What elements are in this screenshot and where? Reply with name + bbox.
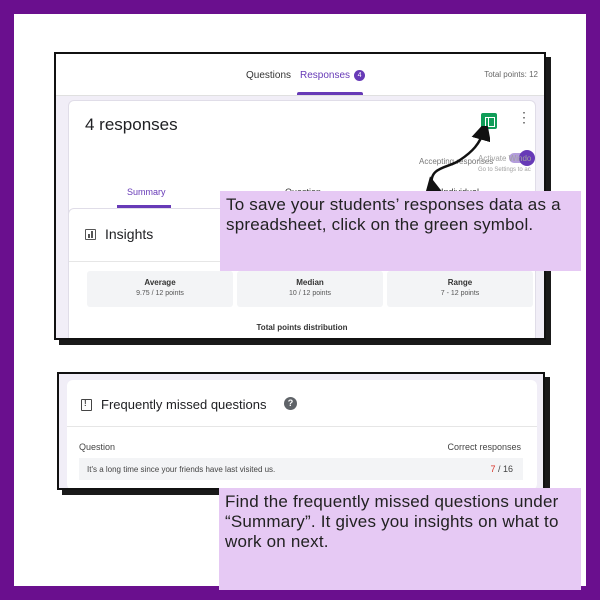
table-row[interactable]: It's a long time since your friends have… — [79, 458, 523, 480]
stat-median: Median 10 / 12 points — [237, 271, 383, 307]
missed-questions-screenshot: Frequently missed questions ? Question C… — [57, 372, 545, 490]
tab-responses[interactable]: Responses 4 — [300, 70, 366, 81]
missed-questions-title: Frequently missed questions — [101, 397, 267, 412]
correct-count: 7 / 16 — [490, 464, 513, 474]
insights-title: Insights — [105, 226, 154, 242]
report-icon — [81, 399, 92, 411]
stat-range-value: 7 - 12 points — [440, 290, 480, 297]
stat-range-label: Range — [447, 278, 473, 287]
divider — [67, 426, 537, 427]
missed-questions-card: Frequently missed questions ? Question C… — [67, 380, 537, 488]
stat-median-label: Median — [296, 278, 324, 287]
form-tab-bar: Questions Responses 4 Total points: 12 — [56, 54, 544, 96]
active-tab-indicator — [297, 92, 363, 95]
points-distribution-label: Total points distribution — [256, 323, 348, 332]
tab-responses-label: Responses — [300, 70, 351, 81]
responses-title: 4 responses — [85, 115, 178, 134]
stat-median-value: 10 / 12 points — [288, 290, 332, 297]
column-header-question: Question — [79, 442, 116, 452]
help-icon[interactable]: ? — [284, 397, 297, 410]
total-points: Total points: 12 — [484, 70, 538, 79]
total-value: / 16 — [495, 464, 513, 474]
question-text: It's a long time since your friends have… — [87, 465, 276, 474]
stat-average: Average 9.75 / 12 points — [87, 271, 233, 307]
column-header-correct: Correct responses — [447, 442, 521, 452]
stat-average-value: 9.75 / 12 points — [136, 290, 184, 297]
tab-questions[interactable]: Questions — [246, 70, 291, 81]
stat-range: Range 7 - 12 points — [387, 271, 533, 307]
summary-callout: Find the frequently missed questions und… — [219, 488, 581, 590]
spreadsheet-callout: To save your students’ responses data as… — [220, 191, 581, 271]
pointer-arrow-icon — [424, 126, 490, 196]
responses-count-badge: 4 — [354, 70, 366, 81]
stat-average-label: Average — [144, 278, 176, 287]
more-vert-icon[interactable]: ⋮ — [517, 110, 531, 124]
subtab-summary[interactable]: Summary — [127, 187, 166, 197]
bar-chart-icon — [85, 229, 96, 240]
